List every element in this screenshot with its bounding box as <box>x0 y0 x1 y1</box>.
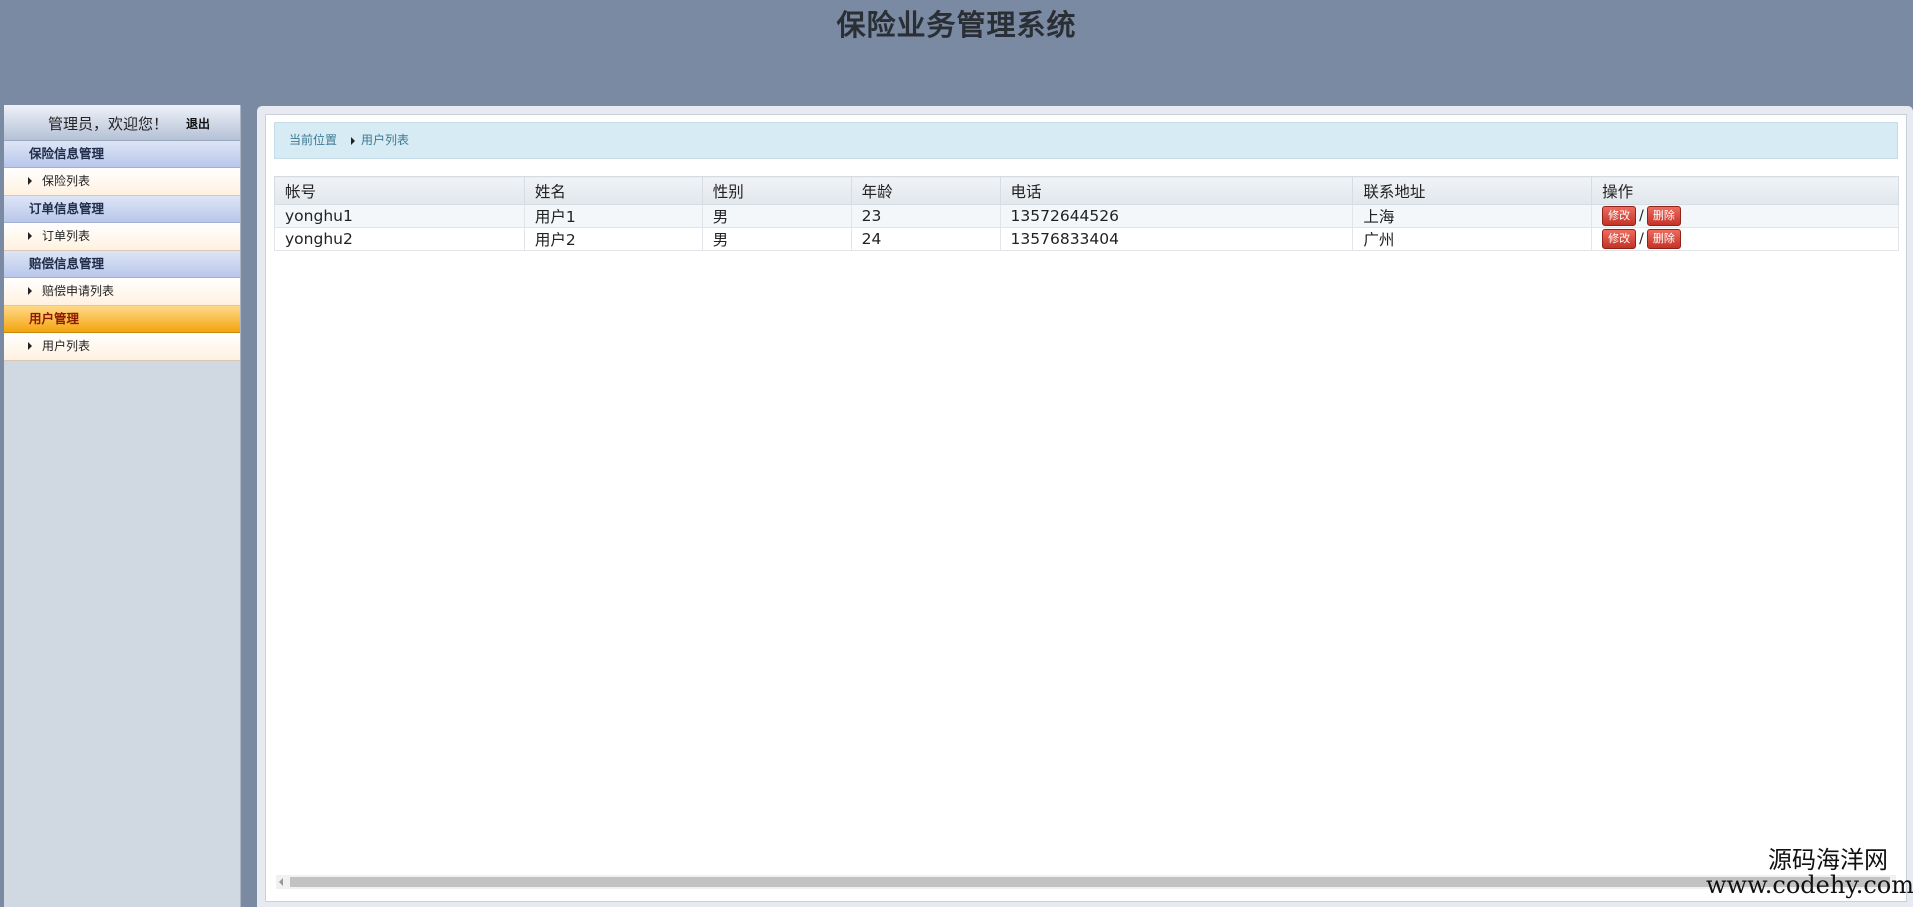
menu-item-compensation-list[interactable]: 赔偿申请列表 <box>4 278 240 306</box>
cell-account: yonghu1 <box>274 204 525 228</box>
menu-item-label: 用户列表 <box>42 339 91 353</box>
menu-group-compensation[interactable]: 赔偿信息管理 <box>4 251 240 278</box>
menu-item-label: 订单列表 <box>42 229 91 243</box>
cell-name: 用户2 <box>523 227 703 251</box>
cell-address: 广州 <box>1352 227 1593 251</box>
table-row: yonghu1 用户1 男 23 13572644526 上海 修改 / 删除 <box>274 204 1899 228</box>
horizontal-scrollbar[interactable] <box>276 875 1896 889</box>
edit-button[interactable]: 修改 <box>1602 206 1637 226</box>
scrollbar-thumb[interactable] <box>290 877 1890 887</box>
column-header-age: 年龄 <box>850 176 1001 205</box>
welcome-text: 管理员，欢迎您！ <box>48 115 169 133</box>
watermark: 源码海洋网 www.codehy.com <box>1706 846 1913 900</box>
column-header-phone: 电话 <box>999 176 1354 205</box>
column-header-actions: 操作 <box>1591 176 1899 205</box>
main-frame: 当前位置 用户列表 帐号 姓名 性别 年龄 电话 联系地址 操作 yonghu1… <box>257 106 1913 907</box>
arrow-right-icon <box>28 177 32 185</box>
cell-account: yonghu2 <box>274 227 525 251</box>
welcome-bar: 管理员，欢迎您！ 退出 <box>4 105 240 141</box>
menu-item-insurance-list[interactable]: 保险列表 <box>4 168 240 196</box>
cell-gender: 男 <box>701 204 852 228</box>
table-header-row: 帐号 姓名 性别 年龄 电话 联系地址 操作 <box>274 176 1899 205</box>
action-separator: / <box>1639 208 1644 224</box>
column-header-name: 姓名 <box>523 176 703 205</box>
menu-group-users[interactable]: 用户管理 <box>4 306 240 333</box>
column-header-account: 帐号 <box>274 176 525 205</box>
sidebar: 管理员，欢迎您！ 退出 保险信息管理 保险列表 订单信息管理 订单列表 赔偿信息… <box>4 105 241 907</box>
delete-button[interactable]: 删除 <box>1646 206 1681 226</box>
cell-name: 用户1 <box>523 204 703 228</box>
breadcrumb: 当前位置 用户列表 <box>274 122 1898 159</box>
cell-actions: 修改 / 删除 <box>1591 227 1899 251</box>
cell-age: 24 <box>850 227 1001 251</box>
scroll-left-icon[interactable] <box>279 878 283 886</box>
cell-gender: 男 <box>701 227 852 251</box>
app-title: 保险业务管理系统 <box>836 8 1077 42</box>
cell-phone: 13572644526 <box>999 204 1354 228</box>
menu-item-order-list[interactable]: 订单列表 <box>4 223 240 251</box>
menu-group-insurance[interactable]: 保险信息管理 <box>4 141 240 168</box>
menu-item-user-list[interactable]: 用户列表 <box>4 333 240 361</box>
menu-item-label: 保险列表 <box>42 174 91 188</box>
menu-item-label: 赔偿申请列表 <box>42 284 115 298</box>
logout-link[interactable]: 退出 <box>186 115 210 132</box>
user-table: 帐号 姓名 性别 年龄 电话 联系地址 操作 yonghu1 用户1 男 23 … <box>274 176 1899 251</box>
watermark-name: 源码海洋网 <box>1767 846 1888 874</box>
edit-button[interactable]: 修改 <box>1602 229 1637 249</box>
arrow-right-icon <box>28 232 32 240</box>
content-panel: 当前位置 用户列表 帐号 姓名 性别 年龄 电话 联系地址 操作 yonghu1… <box>265 114 1907 902</box>
column-header-gender: 性别 <box>701 176 852 205</box>
cell-actions: 修改 / 删除 <box>1591 204 1899 228</box>
breadcrumb-current[interactable]: 用户列表 <box>361 123 409 158</box>
watermark-url: www.codehy.com <box>1706 871 1913 900</box>
action-separator: / <box>1639 231 1644 247</box>
cell-age: 23 <box>850 204 1001 228</box>
table-row: yonghu2 用户2 男 24 13576833404 广州 修改 / 删除 <box>274 227 1899 251</box>
breadcrumb-home[interactable]: 当前位置 <box>289 123 337 158</box>
header: 保险业务管理系统 <box>0 0 1913 104</box>
breadcrumb-arrow-icon <box>351 137 355 145</box>
menu-group-orders[interactable]: 订单信息管理 <box>4 196 240 223</box>
cell-phone: 13576833404 <box>999 227 1354 251</box>
delete-button[interactable]: 删除 <box>1646 229 1681 249</box>
arrow-right-icon <box>28 287 32 295</box>
column-header-address: 联系地址 <box>1352 176 1593 205</box>
arrow-right-icon <box>28 342 32 350</box>
cell-address: 上海 <box>1352 204 1593 228</box>
